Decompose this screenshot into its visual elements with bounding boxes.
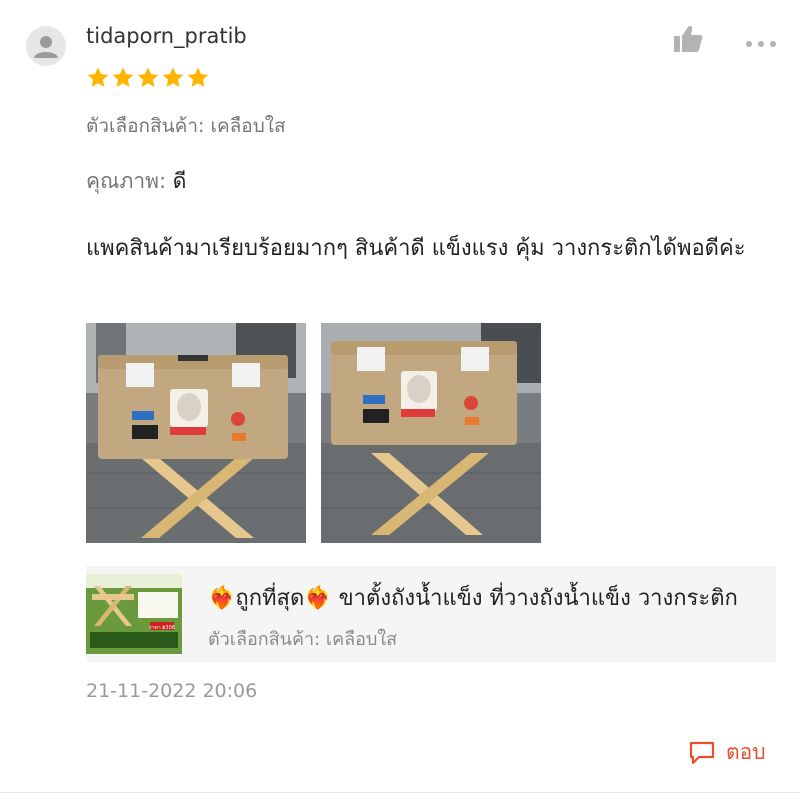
reply-button[interactable]: ตอบ: [688, 736, 766, 769]
quality-label: คุณภาพ:: [86, 169, 167, 193]
product-variant: ตัวเลือกสินค้า: เคลือบใส: [208, 629, 398, 650]
review-variant: ตัวเลือกสินค้า: เคลือบใส: [86, 115, 286, 137]
more-icon[interactable]: [744, 34, 778, 47]
thumbs-up-icon[interactable]: [672, 24, 704, 54]
product-title[interactable]: ❤️‍🔥ถูกที่สุด❤️‍🔥 ขาตั้งถังน้ำแข็ง ที่วา…: [208, 580, 768, 615]
quality-rating: คุณภาพ: ดี: [86, 165, 186, 198]
reply-label: ตอบ: [726, 740, 766, 764]
star-icon: [87, 67, 109, 87]
product-thumbnail-price: ราคา ฿308: [149, 625, 175, 631]
star-icon: [187, 67, 209, 87]
review-text: แพคสินค้ามาเรียบร้อยมากๆ สินค้าดี แข็งแร…: [86, 236, 746, 261]
product-thumbnail[interactable]: ราคา ฿308: [86, 574, 182, 654]
review-photo[interactable]: [86, 323, 306, 543]
avatar[interactable]: [26, 26, 66, 66]
review-photo[interactable]: [321, 323, 541, 543]
divider: [0, 792, 800, 793]
product-card[interactable]: ราคา ฿308 ❤️‍🔥ถูกที่สุด❤️‍🔥 ขาตั้งถังน้ำ…: [86, 566, 776, 662]
chat-bubble-icon: [689, 741, 715, 764]
star-icon: [137, 67, 159, 87]
quality-value: ดี: [172, 169, 187, 193]
review-timestamp: 21-11-2022 20:06: [86, 680, 258, 702]
star-rating: [86, 66, 210, 90]
user-icon: [34, 36, 58, 58]
star-icon: [162, 67, 184, 87]
star-icon: [112, 67, 134, 87]
reviewer-username[interactable]: tidaporn_pratib: [86, 24, 247, 48]
